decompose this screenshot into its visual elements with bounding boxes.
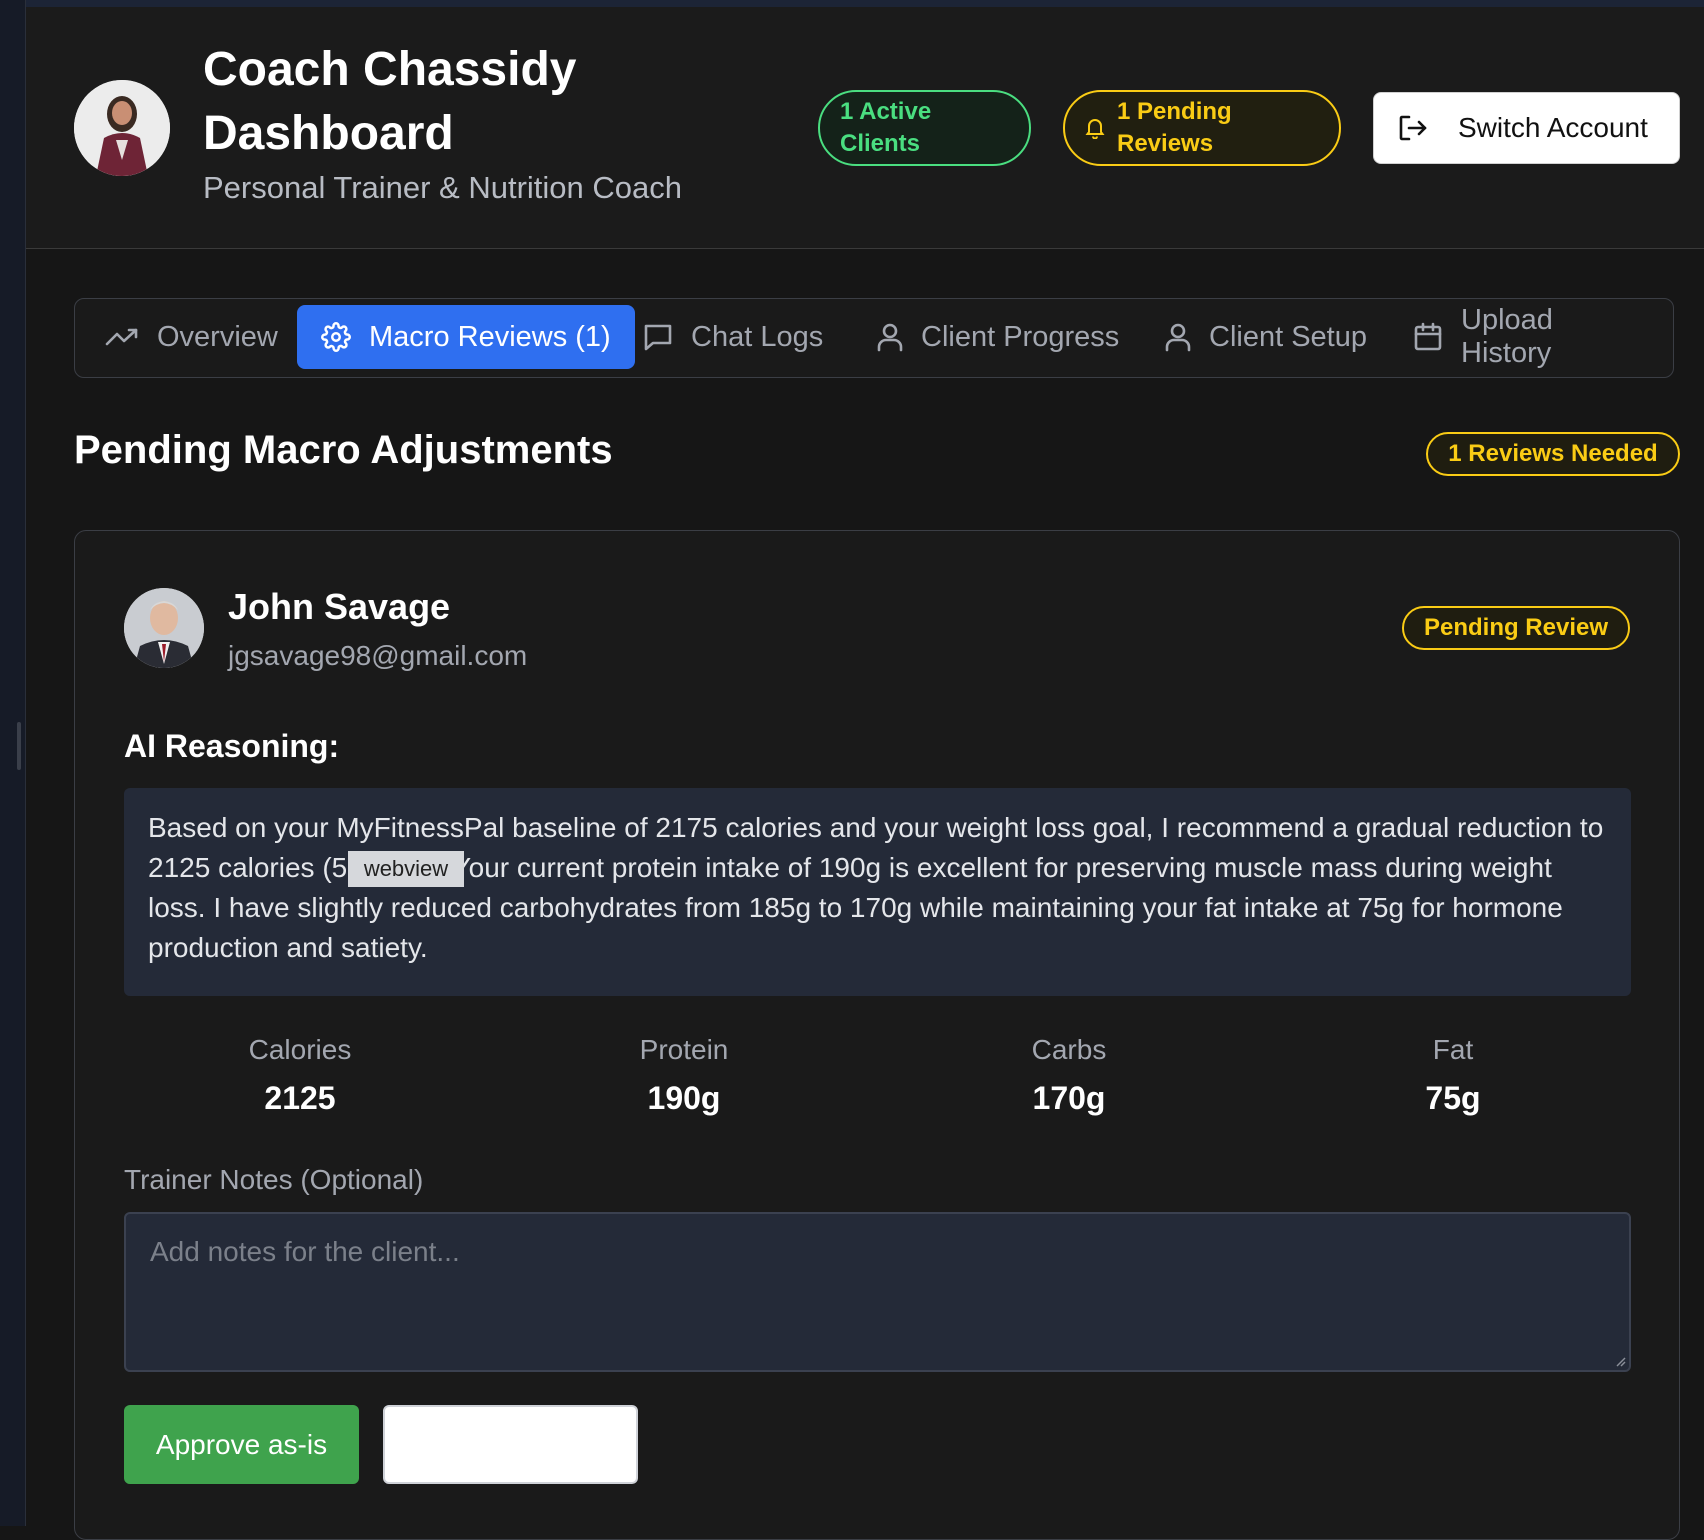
active-clients-badge: 1 Active Clients	[818, 90, 1031, 166]
top-strip	[26, 0, 1704, 7]
macro-fat: Fat 75g	[1328, 1034, 1578, 1117]
tab-macro-reviews[interactable]: Macro Reviews (1)	[297, 305, 635, 369]
left-rail	[0, 0, 26, 1526]
macro-carbs: Carbs 170g	[944, 1034, 1194, 1117]
resize-grip-icon[interactable]	[1614, 1355, 1626, 1367]
bell-icon	[1085, 117, 1105, 139]
macro-label: Carbs	[1031, 1034, 1107, 1065]
tab-client-progress[interactable]: Client Progress	[853, 305, 1143, 369]
status-badge: Pending Review	[1402, 606, 1630, 650]
client-avatar	[124, 588, 204, 668]
macro-label: Calories	[248, 1034, 352, 1065]
page-title: Coach Chassidy Dashboard	[203, 43, 577, 160]
macro-protein: Protein 190g	[559, 1034, 809, 1117]
macro-value: 170g	[1032, 1080, 1106, 1116]
macro-label: Fat	[1432, 1034, 1474, 1065]
webview-tooltip: webview	[348, 851, 464, 887]
tab-label: Client Setup	[1209, 320, 1367, 353]
user-icon	[1165, 322, 1191, 352]
gear-icon	[321, 322, 351, 352]
ai-reasoning-box: Based on your MyFitnessPal baseline of 2…	[124, 788, 1631, 996]
trainer-notes-label: Trainer Notes (Optional)	[124, 1164, 424, 1195]
macro-value: 2125	[264, 1080, 336, 1116]
chat-bubble-icon	[643, 323, 673, 351]
macro-value: 190g	[647, 1080, 721, 1116]
trending-up-icon	[105, 326, 139, 348]
calendar-icon	[1413, 322, 1443, 352]
macro-calories: Calories 2125	[175, 1034, 425, 1117]
trainer-notes-input[interactable]	[124, 1212, 1631, 1372]
section-title: Pending Macro Adjustments	[74, 428, 613, 472]
ai-reasoning-label: AI Reasoning:	[124, 728, 340, 764]
user-icon	[877, 322, 903, 352]
client-email: jgsavage98@gmail.com	[228, 640, 528, 671]
tab-label: Overview	[157, 320, 278, 353]
macro-label: Protein	[639, 1034, 729, 1065]
macro-value: 75g	[1425, 1080, 1481, 1116]
tab-label: Macro Reviews (1)	[369, 320, 611, 353]
approve-label: Approve as-is	[155, 1428, 328, 1460]
rail-resize-handle[interactable]	[17, 722, 21, 770]
coach-avatar	[74, 80, 170, 176]
switch-account-label: Switch Account	[1458, 112, 1648, 143]
tab-chat-logs[interactable]: Chat Logs	[619, 305, 847, 369]
tab-label: Client Progress	[921, 320, 1120, 353]
pending-reviews-label: 1 Pending Reviews	[1117, 98, 1232, 157]
tab-label: Upload History	[1461, 304, 1553, 369]
secondary-action-button[interactable]	[383, 1405, 638, 1484]
tab-label: Chat Logs	[691, 320, 824, 353]
tab-bar: Overview Macro Reviews (1) Chat Logs Cli…	[74, 298, 1674, 378]
approve-as-is-button[interactable]: Approve as-is	[124, 1405, 359, 1484]
page-subtitle: Personal Trainer & Nutrition Coach	[203, 170, 683, 205]
tab-client-setup[interactable]: Client Setup	[1141, 305, 1391, 369]
ai-reasoning-text: Based on your MyFitnessPal baseline of 2…	[148, 812, 1604, 963]
tab-upload-history[interactable]: Upload History	[1389, 304, 1673, 369]
switch-account-button[interactable]: Switch Account	[1373, 92, 1680, 164]
reviews-needed-badge: 1 Reviews Needed	[1426, 432, 1680, 476]
client-name: John Savage	[228, 586, 451, 627]
logout-icon	[1398, 114, 1428, 142]
active-clients-label: 1 Active Clients	[840, 98, 932, 157]
tab-overview[interactable]: Overview	[81, 305, 302, 369]
pending-reviews-badge[interactable]: 1 Pending Reviews	[1063, 90, 1341, 166]
